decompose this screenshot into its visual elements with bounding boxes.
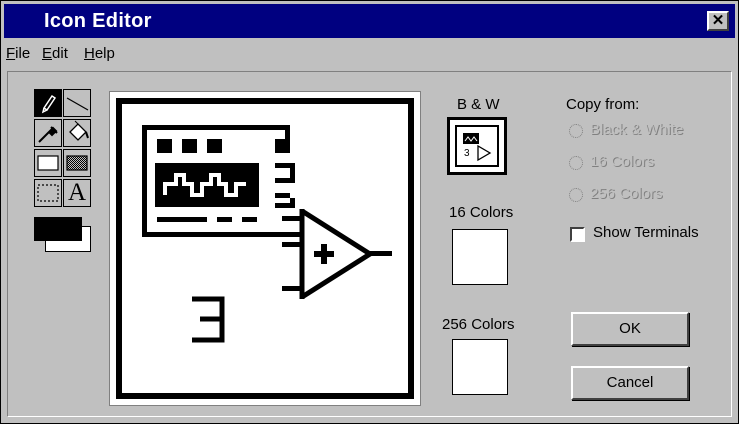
- text-tool-icon: A: [68, 179, 87, 206]
- menu-help-hotkey: H: [84, 45, 95, 62]
- tool-palette: A: [29, 89, 103, 253]
- show-terminals-checkbox[interactable]: [570, 227, 585, 242]
- icon-editor-window: Icon Editor ✕ File Edit Help A B & W 3 1…: [0, 0, 739, 424]
- bw-preview[interactable]: 3: [447, 117, 507, 175]
- copy-from-label: Copy from:: [566, 96, 640, 113]
- bw-preview-digit: 3: [464, 148, 470, 159]
- dropper-tool-icon: [38, 126, 58, 143]
- line-tool-icon: [66, 97, 89, 111]
- icon-canvas[interactable]: [116, 98, 414, 399]
- filled-rectangle-tool[interactable]: [63, 149, 91, 177]
- window-title: Icon Editor: [44, 10, 152, 32]
- menu-bar: File Edit Help: [4, 41, 735, 65]
- copy-from-bw-radio[interactable]: [569, 124, 583, 138]
- menu-file-label: ile: [15, 45, 31, 62]
- menu-help[interactable]: Help: [84, 45, 115, 62]
- sixteen-colors-preview[interactable]: [452, 229, 508, 285]
- fill-bucket-tool-icon: [69, 120, 89, 141]
- icon-artwork: [142, 125, 392, 343]
- menu-edit-label: dit: [52, 45, 68, 62]
- pencil-tool-icon: [41, 94, 57, 114]
- text-tool[interactable]: A: [63, 179, 91, 207]
- bw-preview-thumbnail: [455, 125, 499, 167]
- select-tool-icon: [37, 184, 59, 202]
- line-tool[interactable]: [63, 89, 91, 117]
- icon-canvas-frame: [109, 91, 421, 406]
- bw-label: B & W: [457, 96, 500, 113]
- c256-colors-preview[interactable]: [452, 339, 508, 395]
- dropper-tool[interactable]: [34, 119, 62, 147]
- menu-file-hotkey: F: [6, 45, 16, 62]
- foreground-color-swatch[interactable]: [34, 217, 82, 241]
- menu-edit-hotkey: E: [42, 45, 53, 62]
- copy-from-bw-label: Black & White: [590, 121, 684, 138]
- cancel-button[interactable]: Cancel: [571, 366, 689, 400]
- menu-help-label: elp: [94, 45, 115, 62]
- show-terminals-label: Show Terminals: [593, 224, 699, 241]
- copy-from-16-radio[interactable]: [569, 156, 583, 170]
- rectangle-tool[interactable]: [34, 149, 62, 177]
- rectangle-tool-icon: [37, 155, 59, 171]
- menu-file[interactable]: File: [6, 45, 30, 62]
- copy-from-256-radio[interactable]: [569, 188, 583, 202]
- ok-button[interactable]: OK: [571, 312, 689, 346]
- select-tool[interactable]: [34, 179, 62, 207]
- close-button[interactable]: ✕: [707, 11, 729, 31]
- fill-bucket-tool[interactable]: [63, 119, 91, 147]
- filled-rectangle-tool-icon: [66, 155, 88, 171]
- pencil-tool[interactable]: [34, 89, 62, 117]
- title-bar[interactable]: Icon Editor ✕: [4, 4, 735, 38]
- c256-colors-label: 256 Colors: [442, 316, 515, 333]
- copy-from-16-label: 16 Colors: [590, 153, 655, 170]
- menu-edit[interactable]: Edit: [42, 45, 68, 62]
- sixteen-colors-label: 16 Colors: [449, 204, 514, 221]
- close-icon: ✕: [711, 12, 725, 29]
- copy-from-256-label: 256 Colors: [590, 185, 663, 202]
